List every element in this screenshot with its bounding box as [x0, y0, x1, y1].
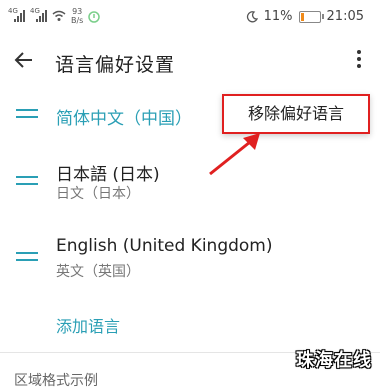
app-notification-icon: [88, 10, 101, 23]
battery-percent: 11%: [263, 9, 293, 24]
drag-handle-icon[interactable]: [16, 176, 38, 190]
language-sub: 日文（日本）: [56, 186, 140, 202]
language-name: 简体中文（中国）: [56, 109, 192, 129]
page-title: 语言偏好设置: [55, 54, 176, 76]
net-speed-value: 93: [72, 7, 83, 16]
drag-handle-icon[interactable]: [16, 252, 38, 266]
language-sub: 英文（英国）: [56, 264, 140, 280]
language-item-en[interactable]: English (United Kingdom) 英文（英国）: [0, 228, 380, 288]
annotation-arrow-icon: [209, 133, 260, 176]
watermark-logo: 珠海在线: [296, 350, 372, 371]
moon-icon: [246, 10, 258, 22]
battery-icon: [298, 10, 324, 23]
signal-tag-2: 4G: [30, 7, 40, 15]
add-language-button[interactable]: 添加语言: [56, 313, 120, 337]
app-bar: 语言偏好设置: [0, 40, 380, 84]
arrow-left-icon[interactable]: [12, 48, 38, 74]
signal-tag: 4G: [8, 7, 18, 15]
signal-icon-2: 4G: [30, 7, 47, 22]
language-item-ja[interactable]: 日本語 (日本) 日文（日本）: [0, 150, 380, 210]
net-speed-unit: B/s: [71, 16, 84, 25]
section-header: 区域格式示例: [14, 373, 98, 389]
clock-time: 21:05: [326, 9, 364, 24]
status-right: 11% 21:05: [246, 9, 364, 24]
status-bar: 4G 4G 93 B/s 11% 21:05: [0, 0, 380, 38]
net-speed: 93 B/s: [71, 7, 83, 25]
language-name: English (United Kingdom): [56, 236, 273, 256]
language-name: 日本語 (日本): [56, 165, 160, 185]
wifi-icon: [52, 10, 66, 21]
status-left: 4G 4G 93 B/s: [8, 7, 101, 25]
drag-handle-icon[interactable]: [16, 109, 38, 123]
more-vertical-icon[interactable]: [354, 48, 364, 74]
signal-icon: 4G: [8, 7, 25, 22]
